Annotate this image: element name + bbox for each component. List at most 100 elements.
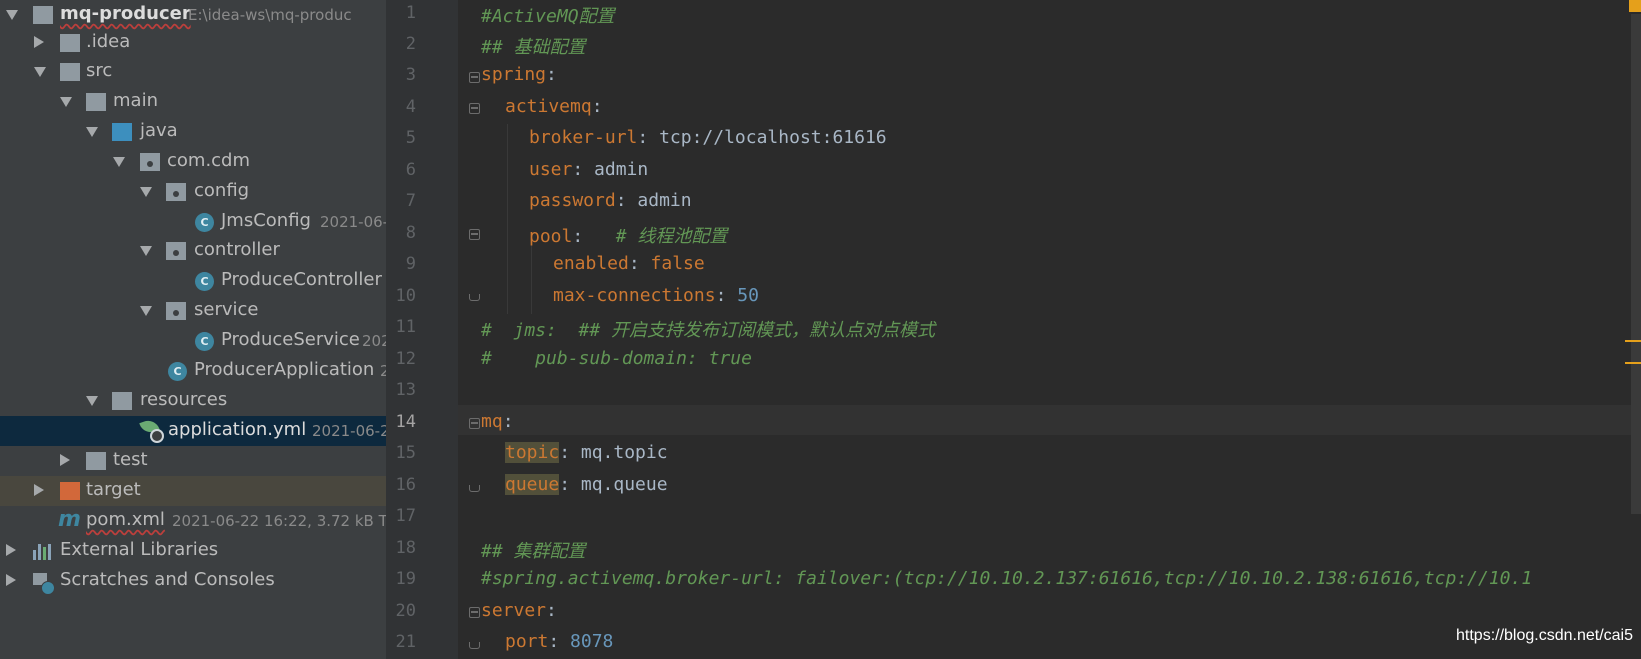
gear-icon (150, 429, 164, 443)
line-number: 13 (395, 380, 416, 400)
chevron-right-icon[interactable] (60, 454, 70, 466)
warning-marker[interactable] (1625, 340, 1641, 342)
code-line-1[interactable]: #ActiveMQ配置 (481, 2, 615, 28)
tree-item-label: src (86, 60, 113, 81)
yaml-value: mq.queue (580, 474, 668, 495)
tree-item-label: com.cdm (167, 150, 251, 171)
tree-item-service[interactable]: service (0, 296, 386, 326)
tree-item-main[interactable]: main (0, 87, 386, 117)
chevron-right-icon[interactable] (34, 484, 44, 496)
yaml-comment: # 线程池配置 (615, 226, 728, 247)
tree-item-pom-xml[interactable]: m pom.xml 2021-06-22 16:22, 3.72 kB To (0, 506, 386, 536)
line-number: 3 (405, 65, 416, 85)
tree-item-label: ProduceService (221, 329, 360, 350)
current-line-highlight (458, 405, 1641, 435)
chevron-right-icon[interactable] (6, 544, 16, 556)
tree-item-label: java (140, 120, 178, 141)
code-line-16[interactable]: queue: mq.queue (505, 474, 668, 495)
code-line-5[interactable]: broker-url: tcp://localhost:61616 (529, 127, 887, 148)
tree-item-label: target (86, 479, 141, 500)
yaml-separator: : (572, 226, 616, 247)
chevron-down-icon[interactable] (140, 306, 152, 316)
yaml-key: server (481, 600, 547, 621)
yaml-key: enabled (553, 253, 629, 274)
current-line-number: 14 (395, 412, 416, 432)
package-icon (166, 242, 186, 260)
code-line-15[interactable]: topic: mq.topic (505, 442, 668, 463)
fold-collapse-icon[interactable] (469, 607, 480, 618)
tree-item-produceservice[interactable]: C ProduceService 202 (0, 326, 386, 356)
tree-item-target[interactable]: target (0, 476, 386, 506)
code-line-18[interactable]: ## 集群配置 (481, 537, 586, 563)
chevron-down-icon[interactable] (6, 10, 18, 20)
code-line-8[interactable]: pool: # 线程池配置 (529, 222, 727, 248)
tree-item-mq-producer[interactable]: mq-producer E:\idea-ws\mq-produc (0, 0, 386, 30)
fold-collapse-icon[interactable] (469, 103, 480, 114)
chevron-down-icon[interactable] (140, 187, 152, 197)
code-line-12[interactable]: # pub-sub-domain: true (481, 348, 752, 369)
code-line-3[interactable]: spring: (481, 64, 557, 85)
tree-item-idea[interactable]: .idea (0, 28, 386, 58)
chevron-down-icon[interactable] (86, 396, 98, 406)
code-line-14[interactable]: mq: (481, 411, 514, 432)
tree-item-resources[interactable]: resources (0, 386, 386, 416)
tree-item-path: E:\idea-ws\mq-produc (188, 6, 352, 24)
code-line-9[interactable]: enabled: false (553, 253, 705, 274)
yaml-key: port (505, 631, 549, 652)
tree-item-src[interactable]: src (0, 57, 386, 87)
code-line-7[interactable]: password: admin (529, 190, 692, 211)
fold-collapse-icon[interactable] (469, 72, 480, 83)
tree-item-com-cdm[interactable]: com.cdm (0, 147, 386, 177)
yaml-separator: : (546, 64, 557, 85)
tree-item-jmsconfig[interactable]: C JmsConfig 2021-06- (0, 207, 386, 237)
folder-icon (86, 452, 106, 470)
yaml-key: password (529, 190, 616, 211)
warning-marker[interactable] (1625, 362, 1641, 364)
tree-item-test[interactable]: test (0, 446, 386, 476)
tree-item-meta: 2021-06-22 16:22, 3.72 kB To (172, 512, 386, 530)
line-number: 15 (395, 443, 416, 463)
yaml-separator: : (546, 600, 557, 621)
chevron-down-icon[interactable] (113, 157, 125, 167)
chevron-right-icon[interactable] (34, 36, 44, 48)
code-line-10[interactable]: max-connections: 50 (553, 285, 759, 306)
fold-end-icon[interactable] (469, 485, 480, 492)
fold-collapse-icon[interactable] (469, 418, 480, 429)
source-folder-icon (112, 123, 132, 141)
tree-item-scratches-and-consoles[interactable]: Scratches and Consoles (0, 566, 386, 596)
tree-item-label: mq-producer (60, 3, 191, 24)
tree-item-application-yml[interactable]: application.yml 2021-06-2 (0, 416, 386, 446)
chevron-down-icon[interactable] (86, 127, 98, 137)
yaml-separator: : (559, 442, 581, 463)
code-line-4[interactable]: activemq: (505, 96, 603, 117)
code-line-19[interactable]: #spring.activemq.broker-url: failover:(t… (481, 568, 1532, 589)
chevron-down-icon[interactable] (34, 67, 46, 77)
tree-item-java[interactable]: java (0, 117, 386, 147)
class-icon: C (195, 332, 214, 351)
tree-item-producecontroller[interactable]: C ProduceController (0, 266, 386, 296)
fold-collapse-icon[interactable] (469, 229, 480, 240)
code-line-2[interactable]: ## 基础配置 (481, 33, 586, 59)
code-line-6[interactable]: user: admin (529, 159, 648, 180)
yaml-key: max-connections (553, 285, 716, 306)
yaml-key: spring (481, 64, 547, 85)
tree-item-external-libraries[interactable]: External Libraries (0, 536, 386, 566)
code-editor[interactable]: 1 2 3 4 5 6 7 8 9 10 11 12 13 14 15 16 1… (386, 0, 1641, 659)
tree-item-label: main (113, 90, 158, 111)
fold-end-icon[interactable] (469, 294, 480, 301)
chevron-right-icon[interactable] (6, 574, 16, 586)
fold-end-icon[interactable] (469, 642, 480, 649)
chevron-down-icon[interactable] (60, 97, 72, 107)
inspection-status-icon[interactable] (1629, 0, 1641, 12)
code-line-11[interactable]: # jms: ## 开启支持发布订阅模式，默认点对点模式 (481, 316, 935, 342)
code-line-21[interactable]: port: 8078 (505, 631, 613, 652)
tree-item-label: test (113, 449, 148, 470)
chevron-down-icon[interactable] (140, 246, 152, 256)
yaml-key: pool (529, 226, 573, 247)
tree-item-producerapplication[interactable]: C ProducerApplication 2 (0, 356, 386, 386)
code-line-20[interactable]: server: (481, 600, 557, 621)
yaml-key: user (529, 159, 573, 180)
tree-item-config[interactable]: config (0, 177, 386, 207)
vertical-scrollbar[interactable] (1631, 14, 1641, 514)
tree-item-controller[interactable]: controller (0, 236, 386, 266)
